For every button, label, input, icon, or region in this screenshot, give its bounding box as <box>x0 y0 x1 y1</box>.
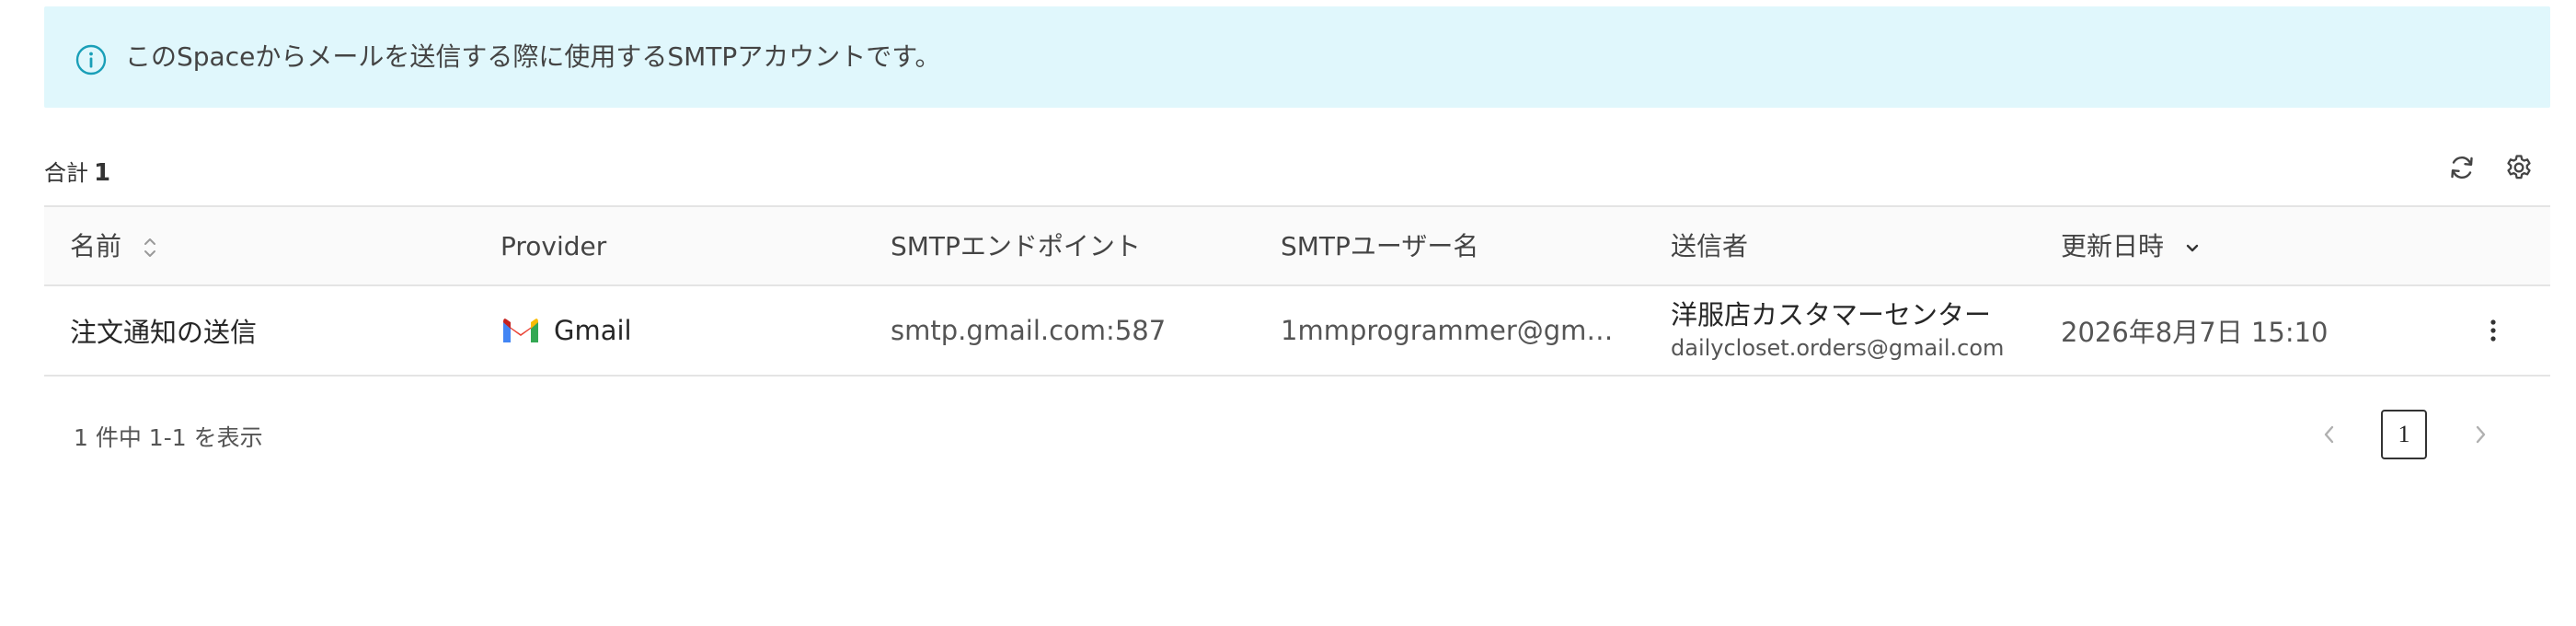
cell-provider: Gmail <box>500 286 632 375</box>
cell-sender: 洋服店カスタマーセンター dailycloset.orders@gmail.co… <box>1671 286 2004 375</box>
column-header-username: SMTPユーザー名 <box>1281 231 1479 261</box>
more-vertical-icon <box>2490 319 2496 342</box>
page-button-current[interactable]: 1 <box>2381 410 2427 459</box>
smtp-accounts-table: 名前 Provider SMTPエンドポイント SMTPユーザー名 送信者 更新… <box>44 205 2550 377</box>
cell-endpoint: smtp.gmail.com:587 <box>891 315 1167 346</box>
cell-name: 注文通知の送信 <box>70 317 258 348</box>
info-icon <box>75 44 107 75</box>
chevron-left-icon <box>2324 425 2334 444</box>
table-toolbar: 合計 1 <box>44 147 2550 188</box>
settings-button[interactable] <box>2501 149 2537 186</box>
table-header: 名前 Provider SMTPエンドポイント SMTPユーザー名 送信者 更新… <box>44 205 2550 286</box>
provider-name: Gmail <box>554 315 632 346</box>
table-row[interactable]: 注文通知の送信 Gmail smtp.gmail.com:587 1mmprog… <box>44 286 2550 377</box>
column-header-endpoint: SMTPエンドポイント <box>891 231 1141 261</box>
cell-username: 1mmprogrammer@gmail.com <box>1281 286 1623 375</box>
refresh-button[interactable] <box>2444 149 2480 186</box>
gear-icon <box>2507 155 2531 180</box>
sender-name: 洋服店カスタマーセンター <box>1671 299 1992 330</box>
total-count: 合計 1 <box>44 155 110 187</box>
info-banner: このSpaceからメールを送信する際に使用するSMTPアカウントです。 <box>44 6 2550 108</box>
gmail-icon <box>503 319 538 342</box>
total-label: 合計 <box>44 160 88 186</box>
total-value: 1 <box>94 159 111 187</box>
username-text: 1mmprogrammer@gmail.com <box>1281 315 1623 346</box>
column-header-name[interactable]: 名前 <box>70 207 157 286</box>
column-header-label: 更新日時 <box>2061 231 2165 261</box>
sort-icon <box>144 238 155 257</box>
column-header-label: 名前 <box>70 231 122 261</box>
prev-page-button[interactable] <box>2311 416 2348 453</box>
column-header-updated[interactable]: 更新日時 <box>2061 207 2200 286</box>
column-header-provider: Provider <box>500 231 607 261</box>
refresh-icon <box>2451 156 2473 179</box>
cell-updated: 2026年8月7日 15:10 <box>2061 317 2329 348</box>
row-actions-button[interactable] <box>2477 314 2510 347</box>
next-page-button[interactable] <box>2462 416 2499 453</box>
table-footer: 1 件中 1-1 を表示 1 <box>44 405 2550 464</box>
sender-email: dailycloset.orders@gmail.com <box>1671 335 2005 361</box>
sort-descending-icon <box>2186 244 2199 252</box>
smtp-accounts-panel: このSpaceからメールを送信する際に使用するSMTPアカウントです。 合計 1 … <box>44 0 2550 626</box>
pagination-range: 1 件中 1-1 を表示 <box>74 424 263 451</box>
banner-text: このSpaceからメールを送信する際に使用するSMTPアカウントです。 <box>125 41 941 72</box>
column-header-sender: 送信者 <box>1671 231 1749 261</box>
chevron-right-icon <box>2476 425 2486 444</box>
